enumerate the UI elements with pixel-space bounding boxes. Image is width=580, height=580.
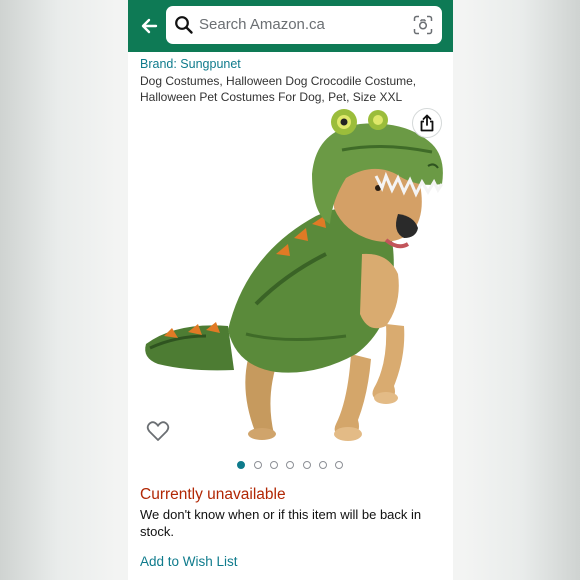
heart-outline-icon[interactable]: [146, 420, 170, 442]
brand-link[interactable]: Brand: Sungpunet: [140, 57, 241, 71]
carousel-dot[interactable]: [286, 461, 294, 469]
back-button[interactable]: [136, 12, 164, 40]
search-placeholder: Search Amazon.ca: [199, 16, 325, 33]
carousel-dot[interactable]: [254, 461, 262, 469]
carousel-dot[interactable]: [319, 461, 327, 469]
share-button[interactable]: [412, 108, 442, 138]
image-carousel-dots: [128, 461, 453, 471]
carousel-dot[interactable]: [303, 461, 311, 469]
carousel-dot[interactable]: [237, 461, 245, 469]
availability-message: We don't know when or if this item will …: [140, 507, 422, 539]
carousel-dot[interactable]: [270, 461, 278, 469]
product-title: Dog Costumes, Halloween Dog Crocodile Co…: [140, 74, 417, 104]
app-screen: Search Amazon.ca Brand: Sungpunet Dog Co…: [128, 0, 453, 580]
availability-status: Currently unavailable: [140, 486, 286, 503]
share-icon: [420, 114, 434, 132]
add-to-wish-list-link[interactable]: Add to Wish List: [140, 554, 238, 569]
search-input[interactable]: Search Amazon.ca: [166, 6, 442, 44]
product-image[interactable]: [136, 104, 446, 450]
top-bar: Search Amazon.ca: [128, 0, 453, 52]
camera-scan-icon[interactable]: [413, 15, 433, 35]
carousel-dot[interactable]: [335, 461, 343, 469]
search-icon: [175, 16, 193, 34]
arrow-left-icon: [141, 18, 158, 34]
